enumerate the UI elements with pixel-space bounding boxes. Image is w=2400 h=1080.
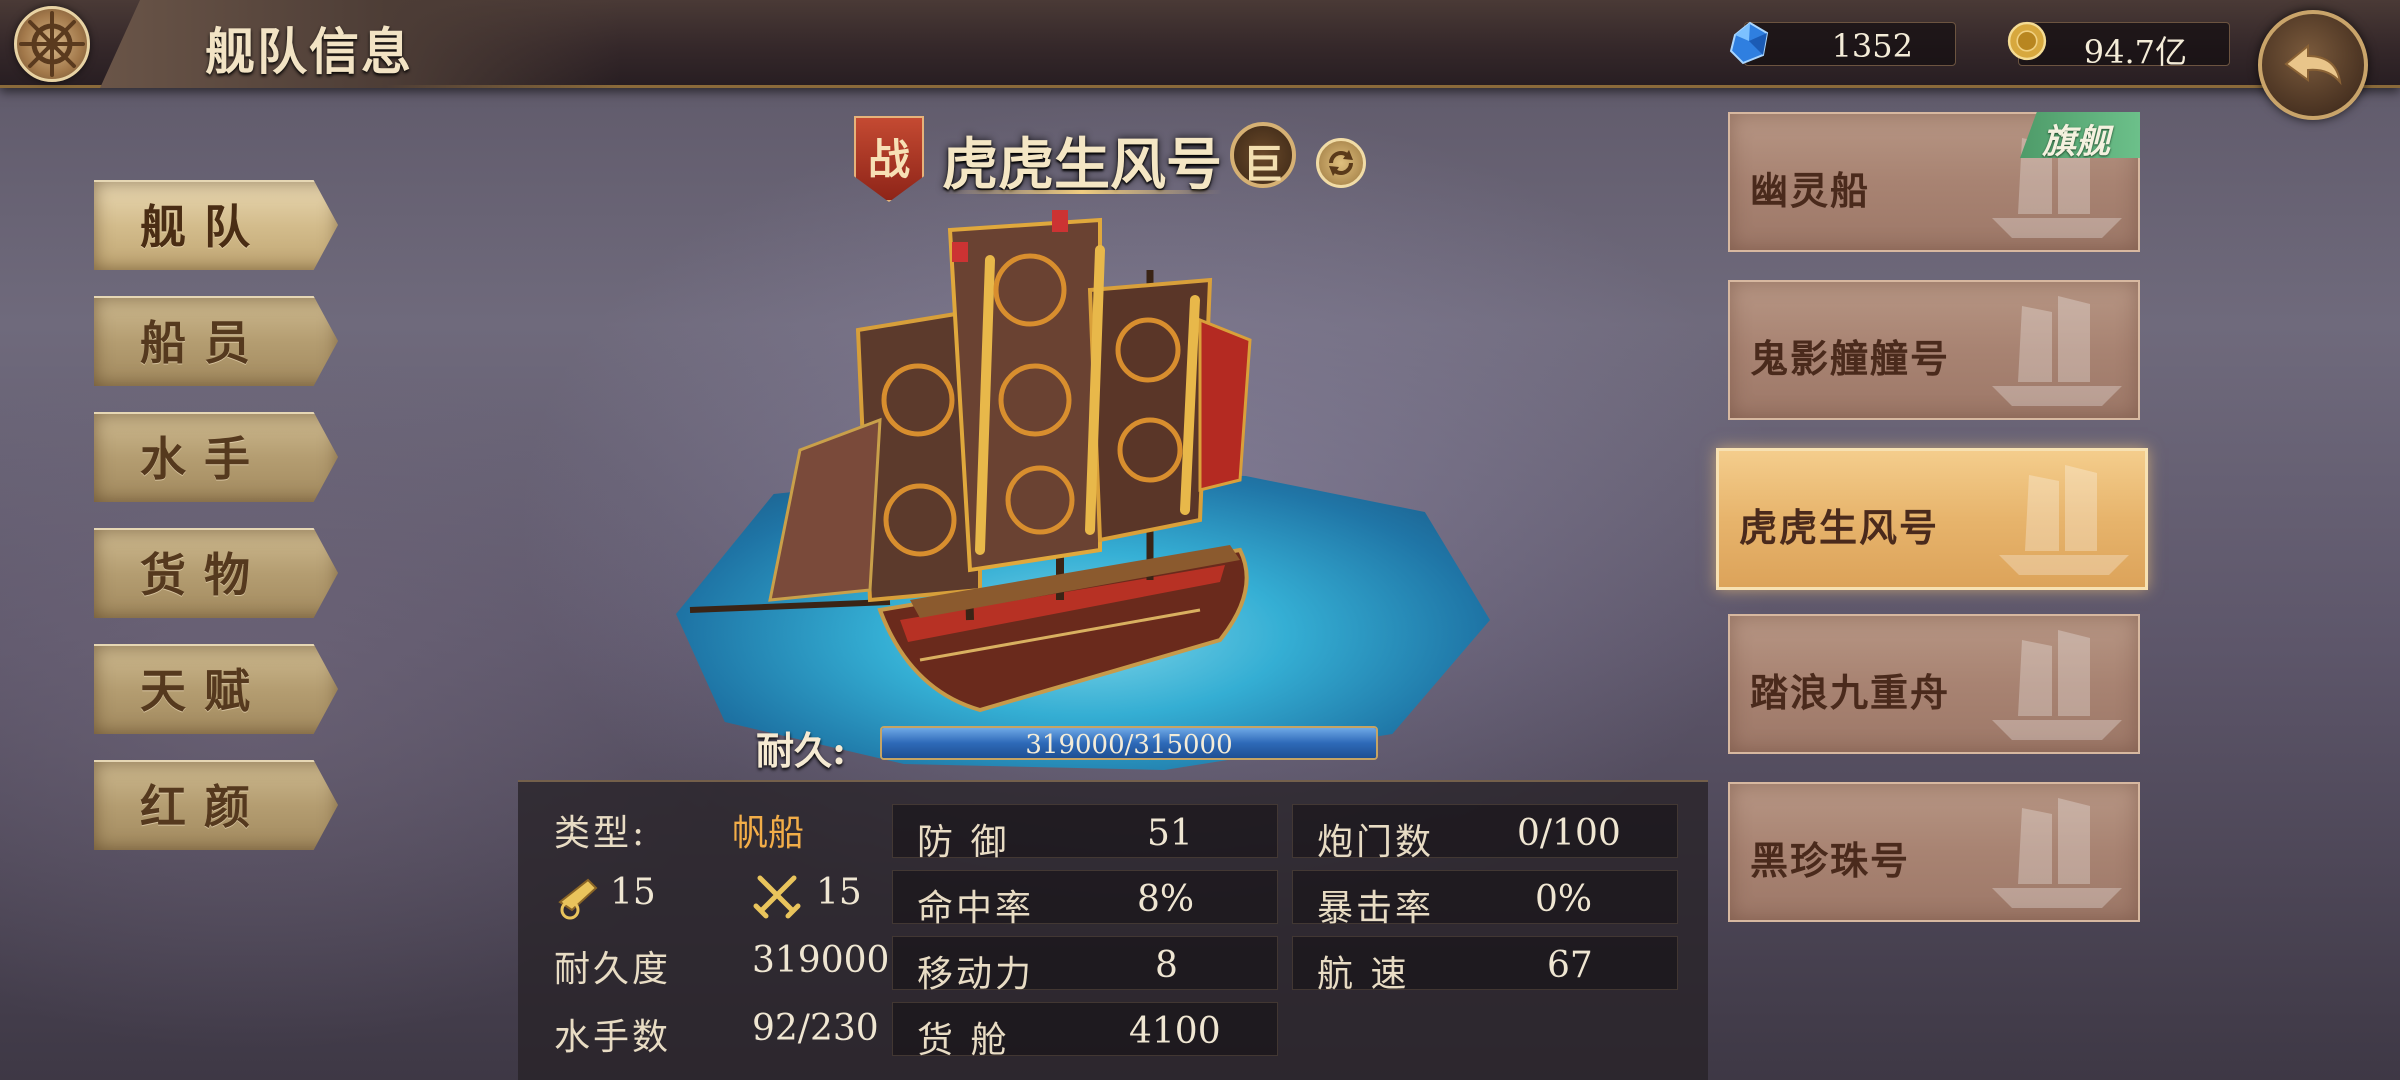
crossed-swords-icon — [753, 875, 801, 919]
menu-item-label: 红颜 — [140, 780, 268, 834]
endurance-label: 耐久度 — [554, 949, 672, 990]
ship-name: 虎虎生风号 — [942, 132, 1222, 198]
sailors-value: 92/230 — [752, 1008, 879, 1049]
blue-gem-icon — [1729, 21, 1769, 65]
menu-item-talent[interactable]: 天赋 — [94, 644, 338, 734]
sailors-label: 水手数 — [554, 1017, 672, 1058]
melee-value: 15 — [816, 872, 862, 913]
gem-counter: 1352 — [1729, 21, 1956, 66]
cargo-hold-label: 货 舱 — [917, 1020, 1010, 1061]
gold-value: 94.7亿 — [2083, 33, 2187, 71]
defense-cell: 防 御 51 — [892, 804, 1278, 863]
type-value: 帆船 — [732, 813, 805, 854]
ship-silhouette-icon — [1992, 630, 2122, 740]
gold-coin-icon — [2007, 21, 2047, 61]
defense-label: 防 御 — [917, 822, 1010, 863]
mobility-label: 移动力 — [917, 954, 1035, 995]
page-title: 舰队信息 — [205, 22, 413, 81]
cannon-icon — [558, 878, 598, 920]
type-label: 类型: — [554, 813, 648, 854]
flagship-tag: 旗舰 — [2020, 112, 2140, 158]
sail-speed-value: 67 — [1547, 945, 1593, 986]
ship-card-ghost-ship[interactable]: 幽灵船 旗舰 — [1728, 112, 2140, 252]
gunports-label: 炮门数 — [1317, 822, 1435, 863]
gunports-cell: 炮门数 0/100 — [1292, 804, 1678, 863]
ship-wheel-icon — [14, 6, 90, 82]
ship-card-tiger-wind[interactable]: 虎虎生风号 — [1716, 448, 2148, 590]
defense-value: 51 — [1147, 813, 1193, 854]
sail-speed-label: 航 速 — [1317, 954, 1410, 995]
gunports-value: 0/100 — [1517, 813, 1621, 854]
ship-silhouette-icon — [1999, 465, 2129, 575]
sail-speed-cell: 航 速 67 — [1292, 936, 1678, 995]
menu-item-beauty[interactable]: 红颜 — [94, 760, 338, 850]
hit-rate-cell: 命中率 8% — [892, 870, 1278, 929]
stats-panel: 类型: 帆船 15 15 耐久度 319000 水手数 92/230 防 御 5… — [518, 780, 1708, 1080]
ship-card-wave-boat[interactable]: 踏浪九重舟 — [1728, 614, 2140, 754]
crit-rate-value: 0% — [1535, 879, 1593, 920]
ship-card-ghost-shadow[interactable]: 鬼影艟艟号 — [1728, 280, 2140, 420]
menu-item-label: 货物 — [140, 548, 268, 602]
refresh-icon — [1329, 150, 1353, 176]
menu-item-sailors[interactable]: 水手 — [94, 412, 338, 502]
size-badge: 巨 — [1230, 122, 1296, 188]
cargo-hold-value: 4100 — [1129, 1011, 1221, 1052]
flagship-tag-label: 旗舰 — [2042, 122, 2110, 162]
crit-rate-label: 暴击率 — [1317, 888, 1435, 929]
menu-item-label: 舰队 — [140, 200, 268, 254]
gold-counter: 94.7亿 — [2007, 21, 2230, 71]
ship-card-name: 虎虎生风号 — [1739, 505, 1940, 550]
ship-card-name: 幽灵船 — [1750, 168, 1871, 213]
hit-rate-label: 命中率 — [917, 888, 1035, 929]
top-bar: 舰队信息 1352 94.7亿 — [0, 0, 2400, 88]
ship-silhouette-icon — [1992, 798, 2122, 908]
menu-item-fleet[interactable]: 舰队 — [94, 180, 338, 270]
menu-item-cargo[interactable]: 货物 — [94, 528, 338, 618]
hit-rate-value: 8% — [1137, 879, 1195, 920]
gem-value: 1352 — [1831, 27, 1913, 65]
durability-bar: 319000/315000 — [880, 726, 1378, 760]
menu-item-crew[interactable]: 船员 — [94, 296, 338, 386]
ship-card-black-pearl[interactable]: 黑珍珠号 — [1728, 782, 2140, 922]
durability-label: 耐久: — [756, 728, 847, 773]
back-arrow-icon — [2284, 43, 2342, 86]
ship-card-name: 黑珍珠号 — [1750, 838, 1911, 883]
menu-item-label: 船员 — [140, 316, 268, 370]
durability-text: 319000/315000 — [1025, 730, 1233, 760]
mobility-value: 8 — [1155, 945, 1178, 986]
menu-item-label: 天赋 — [140, 664, 268, 718]
ship-model[interactable] — [680, 190, 1300, 720]
endurance-value: 319000 — [752, 940, 890, 981]
war-badge-label: 战 — [867, 135, 910, 184]
cannon-value: 15 — [610, 872, 656, 913]
ship-silhouette-icon — [1992, 296, 2122, 406]
ship-card-name: 踏浪九重舟 — [1750, 670, 1951, 715]
crit-rate-cell: 暴击率 0% — [1292, 870, 1678, 929]
back-button[interactable] — [2258, 10, 2368, 120]
ship-card-name: 鬼影艟艟号 — [1750, 336, 1951, 381]
cargo-hold-cell: 货 舱 4100 — [892, 1002, 1278, 1061]
refresh-button[interactable] — [1316, 138, 1366, 188]
size-badge-label: 巨 — [1243, 141, 1283, 188]
mobility-cell: 移动力 8 — [892, 936, 1278, 995]
menu-item-label: 水手 — [140, 432, 268, 486]
